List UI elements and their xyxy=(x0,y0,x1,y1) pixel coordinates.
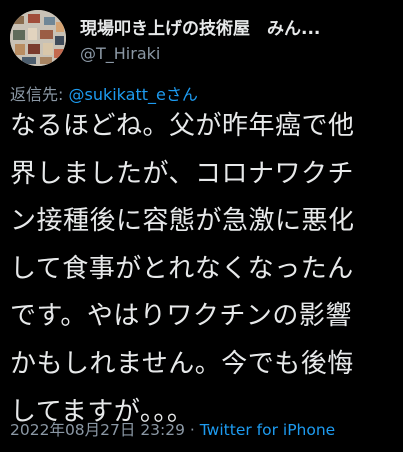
tweet-text: なるほどね。父が昨年癌で他 界しましたが、コロナワクチ ン接種後に容態が急激に悪… xyxy=(10,111,355,427)
avatar-icon xyxy=(10,10,66,66)
source-link[interactable]: Twitter for iPhone xyxy=(200,421,335,439)
display-name[interactable]: 現場叩き上げの技術屋 みん... xyxy=(80,14,380,39)
avatar[interactable] xyxy=(10,10,66,66)
meta-separator: · xyxy=(185,421,200,439)
tweet: 現場叩き上げの技術屋 みん... @T_Hiraki 返信先: @sukikat… xyxy=(0,0,403,452)
tweet-meta: 2022年08月27日 23:29 · Twitter for iPhone xyxy=(10,418,335,440)
user-handle[interactable]: @T_Hiraki xyxy=(80,44,160,63)
reply-prefix: 返信先: xyxy=(10,85,69,104)
reply-context: 返信先: @sukikatt_eさん xyxy=(10,81,198,105)
reply-target-link[interactable]: @sukikatt_eさん xyxy=(68,85,197,104)
timestamp[interactable]: 2022年08月27日 23:29 xyxy=(10,421,185,439)
